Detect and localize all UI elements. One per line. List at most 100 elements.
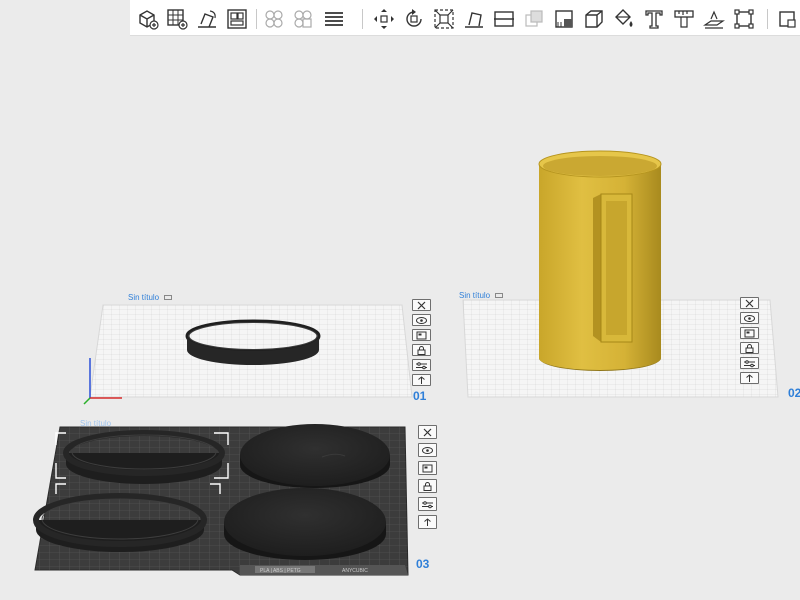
arrange-icon <box>744 329 755 337</box>
color-paint-tool[interactable] <box>612 7 636 31</box>
toolbar-separator <box>767 9 768 29</box>
move-tool[interactable] <box>372 7 396 31</box>
close-icon <box>745 299 754 307</box>
plate-move-tool[interactable] <box>418 515 437 529</box>
edit-icon[interactable] <box>164 295 173 300</box>
assembly-icon <box>734 9 754 29</box>
plate-03-number: 03 <box>416 557 430 571</box>
lock-icon <box>423 481 432 491</box>
plate-02-title[interactable]: Sin título <box>459 291 504 300</box>
plate-03-name: Sin título <box>80 419 112 428</box>
boolean-icon <box>525 10 543 27</box>
scale-icon <box>434 9 454 29</box>
add-plate-tool[interactable] <box>136 7 160 31</box>
emboss-icon <box>703 10 725 29</box>
arrange-plate-tool[interactable] <box>740 327 759 339</box>
rotate-icon <box>406 9 422 27</box>
split-objects-icon <box>265 10 283 28</box>
scale-tool[interactable] <box>432 7 456 31</box>
orient-plate-tool[interactable] <box>418 443 437 457</box>
arrange-plate-tool[interactable] <box>418 461 437 475</box>
eye-icon <box>416 316 427 324</box>
close-icon <box>423 428 432 436</box>
disk-model-plate3-a[interactable] <box>240 424 390 488</box>
lock-plate-tool[interactable] <box>418 479 437 493</box>
plate-settings-tool[interactable] <box>740 357 759 369</box>
boolean-tool[interactable] <box>522 7 546 31</box>
plate-01-title[interactable]: Sin título <box>128 293 173 302</box>
seam-paint-tool[interactable] <box>582 7 606 31</box>
orient-plate-tool[interactable] <box>740 312 759 324</box>
arrange-icon <box>227 9 247 29</box>
text-tool[interactable] <box>642 7 666 31</box>
eye-icon <box>422 446 433 454</box>
arrange-plate-tool[interactable] <box>412 329 431 341</box>
more-tools-button[interactable] <box>774 7 800 31</box>
add-grid-plate-tool[interactable] <box>165 7 189 31</box>
move-icon <box>374 9 394 29</box>
plate3-sheet-text: ANYCUBIC <box>342 568 368 574</box>
move-up-icon <box>424 517 431 526</box>
cut-tool[interactable] <box>492 7 516 31</box>
cube-plus-icon <box>139 10 159 30</box>
auto-orient-tool[interactable] <box>195 7 219 31</box>
layers-tool[interactable] <box>322 7 346 31</box>
plate-03-title[interactable]: Sin título <box>80 419 111 428</box>
plate-move-tool[interactable] <box>740 372 759 384</box>
assembly-tool[interactable] <box>732 7 756 31</box>
plate3-filament-text: PLA | ABS | PETG <box>260 568 301 574</box>
plate-02-number: 02 <box>788 386 800 400</box>
sliders-icon <box>416 361 427 369</box>
emboss-tool[interactable] <box>702 7 726 31</box>
lay-on-face-tool[interactable] <box>462 7 486 31</box>
seam-paint-icon <box>585 10 603 28</box>
arrange-icon <box>416 331 427 339</box>
auto-arrange-tool[interactable] <box>225 7 249 31</box>
lock-icon <box>745 343 754 353</box>
toolbar-separator <box>256 9 257 29</box>
mug-handle <box>593 193 633 343</box>
plate-move-tool[interactable] <box>412 374 431 386</box>
remove-plate-tool[interactable] <box>418 425 437 439</box>
3d-viewport[interactable]: PLA | ABS | PETG ANYCUBIC Sin título 01 … <box>0 37 800 600</box>
plate-02-toolbar <box>740 297 760 384</box>
edit-icon[interactable] <box>495 293 504 298</box>
orient-plate-tool[interactable] <box>412 314 431 326</box>
cut-icon <box>494 11 514 27</box>
main-toolbar <box>130 0 800 36</box>
split-parts-tool[interactable] <box>291 7 315 31</box>
lock-plate-tool[interactable] <box>740 342 759 354</box>
plate-01-number: 01 <box>413 389 427 403</box>
scene-canvas[interactable]: PLA | ABS | PETG ANYCUBIC <box>0 37 800 600</box>
plate-settings-tool[interactable] <box>418 497 437 511</box>
grid-plus-icon <box>167 9 188 30</box>
toolbar-separator <box>362 9 363 29</box>
move-up-icon <box>746 373 753 382</box>
arrange-icon <box>422 464 433 472</box>
split-parts-icon <box>294 10 312 28</box>
plate3-filament-label: PLA | ABS | PETG ANYCUBIC <box>255 566 368 574</box>
measure-tool[interactable] <box>672 7 696 31</box>
layers-icon <box>325 12 343 26</box>
plate-01-toolbar <box>412 299 432 386</box>
plate-settings-tool[interactable] <box>412 359 431 371</box>
move-up-icon <box>418 375 425 384</box>
close-icon <box>417 301 426 309</box>
disk-model-plate3-b[interactable] <box>224 488 386 560</box>
measure-icon <box>674 10 694 28</box>
lock-icon <box>417 345 426 355</box>
rotate-tool[interactable] <box>402 7 426 31</box>
plate-01-name: Sin título <box>128 293 160 302</box>
text-icon <box>645 10 663 29</box>
support-paint-tool[interactable] <box>552 7 576 31</box>
sliders-icon <box>422 500 433 508</box>
plate-03-toolbar <box>418 425 438 529</box>
lock-plate-tool[interactable] <box>412 344 431 356</box>
orient-icon <box>198 10 216 28</box>
remove-plate-tool[interactable] <box>412 299 431 311</box>
color-paint-icon <box>615 9 633 27</box>
remove-plate-tool[interactable] <box>740 297 759 309</box>
split-objects-tool[interactable] <box>262 7 286 31</box>
sliders-icon <box>744 359 755 367</box>
mug-model[interactable] <box>538 150 662 371</box>
